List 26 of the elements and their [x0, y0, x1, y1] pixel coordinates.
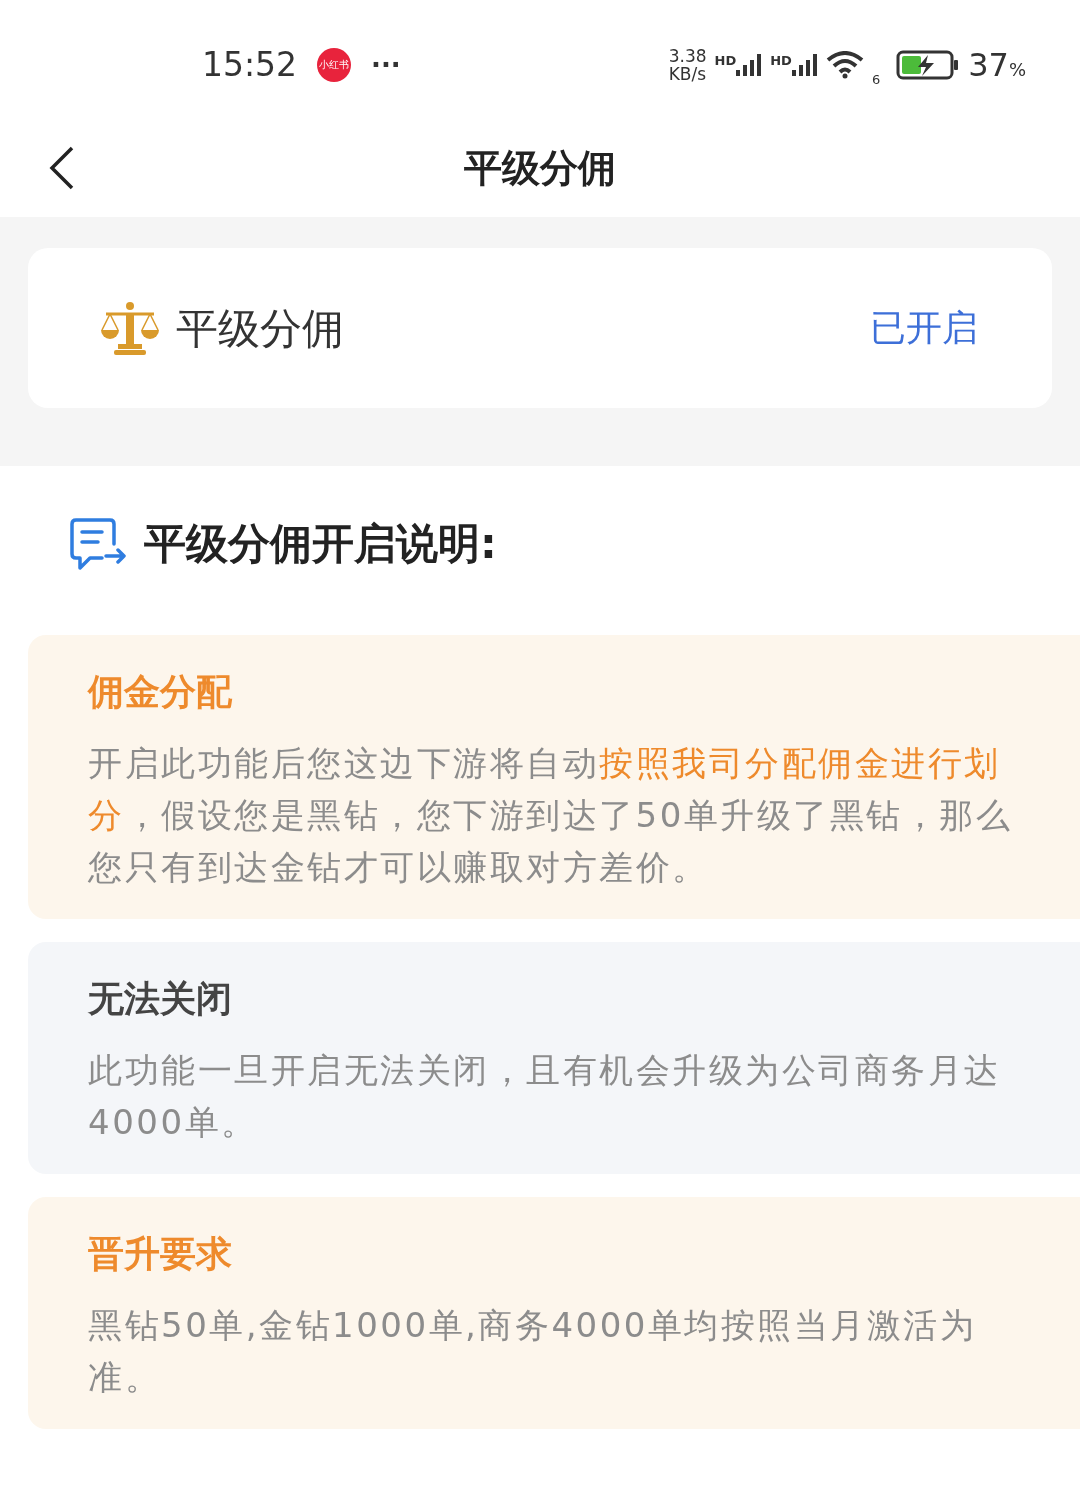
- section-title: 平级分佣开启说明:: [144, 518, 497, 570]
- card-text: 开启此功能后您这边下游将自动按照我司分配佣金进行划分，假设您是黑钻，您下游到达了50单升级了黑钻，那么您只有到达金钻才可以赚取对方差价。: [88, 742, 1014, 889]
- more-indicator: ···: [371, 48, 401, 82]
- card-title: 无法关闭: [88, 977, 233, 1021]
- scale-icon: [100, 300, 160, 356]
- app-badge: 小红书: [317, 48, 352, 82]
- wifi-generation-label: 6: [871, 70, 881, 89]
- signal-icon: [791, 54, 818, 76]
- card-text: 黑钻50单,金钻1000单,商务4000单均按照当月激活为准。: [88, 1304, 978, 1399]
- net-speed-unit: KB/s: [668, 65, 707, 83]
- card-title: 晋升要求: [88, 1232, 233, 1276]
- network-type: HD: [714, 54, 737, 67]
- feature-status[interactable]: 已开启: [870, 301, 978, 355]
- clock: 15:52: [202, 44, 298, 87]
- signal-icon: [736, 54, 763, 76]
- feature-label: 平级分佣: [176, 302, 344, 355]
- back-icon: [49, 146, 75, 190]
- card-title: 佣金分配: [88, 670, 233, 714]
- page-title: 平级分佣: [464, 145, 616, 192]
- battery-percent: 37: [968, 45, 1009, 86]
- net-speed: 3.38: [668, 47, 707, 65]
- network-type: HD: [770, 54, 792, 67]
- wifi-icon: [825, 51, 864, 79]
- message-icon: [70, 517, 126, 570]
- card-text: 此功能一旦开启无法关闭，且有机会升级为公司商务月达4000单。: [88, 1049, 1002, 1144]
- battery-percent-unit: %: [1008, 58, 1026, 82]
